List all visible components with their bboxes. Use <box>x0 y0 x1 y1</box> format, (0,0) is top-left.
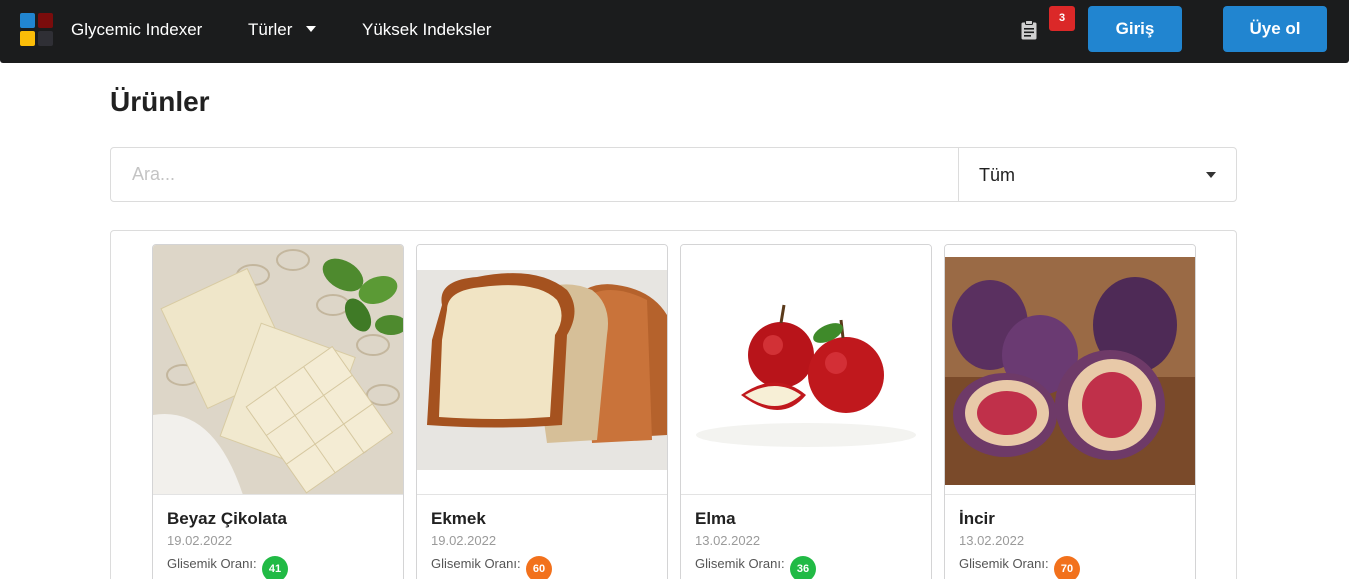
login-button[interactable]: Giriş <box>1088 6 1182 52</box>
clipboard-icon[interactable] <box>1021 20 1037 40</box>
product-name: İncir <box>959 509 995 528</box>
glycemic-value-badge: 60 <box>526 556 552 579</box>
glycemic-label: Glisemik Oranı: <box>959 556 1049 571</box>
dropdown-icon <box>1206 172 1216 178</box>
cart-count-badge: 3 <box>1049 6 1075 31</box>
product-image <box>417 245 667 495</box>
product-image <box>945 245 1195 495</box>
logo-icon[interactable] <box>20 13 54 47</box>
nav-types-label: Türler <box>248 20 293 39</box>
product-name: Beyaz Çikolata <box>167 509 287 528</box>
type-select[interactable]: Tüm <box>958 148 1236 201</box>
top-navbar: Glycemic Indexer Türler Yüksek Indeksler… <box>0 0 1349 63</box>
product-date: 13.02.2022 <box>695 533 761 548</box>
product-card[interactable]: İncir 13.02.2022 Glisemik Oranı: 70 <box>944 244 1196 579</box>
page-title: Ürünler <box>110 86 210 117</box>
product-image <box>681 245 931 495</box>
product-image <box>153 245 403 495</box>
product-name: Elma <box>695 509 736 528</box>
product-card[interactable]: Ekmek 19.02.2022 Glisemik Oranı: 60 <box>416 244 668 579</box>
search-bar: Tüm <box>110 147 1237 202</box>
glycemic-value-badge: 36 <box>790 556 816 579</box>
glycemic-value-badge: 70 <box>1054 556 1080 579</box>
search-input[interactable] <box>111 148 958 201</box>
product-card[interactable]: Elma 13.02.2022 Glisemik Oranı: 36 <box>680 244 932 579</box>
nav-types-dropdown[interactable]: Türler <box>248 20 317 40</box>
glycemic-label: Glisemik Oranı: <box>695 556 785 571</box>
brand-name[interactable]: Glycemic Indexer <box>71 20 202 40</box>
caret-down-icon <box>306 26 317 32</box>
glycemic-value-badge: 41 <box>262 556 288 579</box>
nav-high-indexes[interactable]: Yüksek Indeksler <box>362 20 491 40</box>
product-card[interactable]: Beyaz Çikolata 19.02.2022 Glisemik Oranı… <box>152 244 404 579</box>
signup-button[interactable]: Üye ol <box>1223 6 1327 52</box>
type-select-value: Tüm <box>979 165 1015 185</box>
glycemic-label: Glisemik Oranı: <box>431 556 521 571</box>
product-date: 19.02.2022 <box>167 533 233 548</box>
glycemic-label: Glisemik Oranı: <box>167 556 257 571</box>
product-date: 19.02.2022 <box>431 533 497 548</box>
product-date: 13.02.2022 <box>959 533 1025 548</box>
product-name: Ekmek <box>431 509 486 528</box>
